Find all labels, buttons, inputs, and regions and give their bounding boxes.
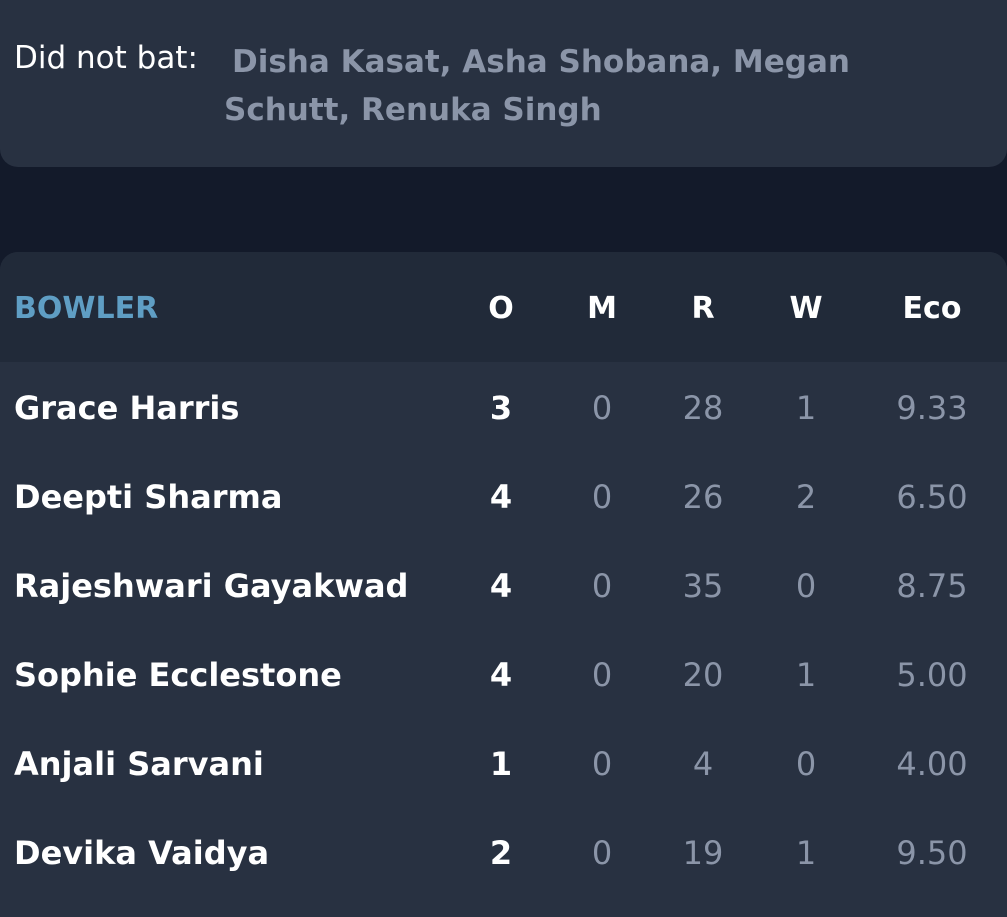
bowler-name[interactable]: Sophie Ecclestone xyxy=(14,655,454,695)
header-overs: O xyxy=(488,291,514,326)
runs-value: 26 xyxy=(682,478,724,516)
overs-value: 4 xyxy=(489,478,513,516)
wickets-value: 0 xyxy=(795,567,817,605)
maidens-value: 0 xyxy=(591,478,613,516)
header-maidens: M xyxy=(587,291,617,326)
did-not-bat-label: Did not bat: xyxy=(14,40,198,76)
bowling-table-header: BOWLER O M R W Eco xyxy=(0,252,1007,362)
wickets-value: 1 xyxy=(795,656,817,694)
table-row[interactable]: Grace Harris 3 0 28 1 9.33 xyxy=(0,364,1007,453)
table-row[interactable]: Sophie Ecclestone 4 0 20 1 5.00 xyxy=(0,631,1007,720)
bowler-name[interactable]: Deepti Sharma xyxy=(14,477,454,517)
runs-value: 28 xyxy=(682,389,724,427)
runs-value: 35 xyxy=(682,567,724,605)
runs-value: 19 xyxy=(682,834,724,872)
header-economy: Eco xyxy=(902,291,962,326)
table-row[interactable]: Anjali Sarvani 1 0 4 0 4.00 xyxy=(0,720,1007,809)
wickets-value: 1 xyxy=(795,389,817,427)
overs-value: 4 xyxy=(489,567,513,605)
economy-value: 4.00 xyxy=(896,745,968,783)
table-row[interactable]: Deepti Sharma 4 0 26 2 6.50 xyxy=(0,453,1007,542)
did-not-bat-names[interactable]: Disha Kasat, Asha Shobana, Megan Schutt,… xyxy=(224,38,984,134)
overs-value: 3 xyxy=(489,389,513,427)
bowler-name[interactable]: Grace Harris xyxy=(14,388,454,428)
wickets-value: 1 xyxy=(795,834,817,872)
economy-value: 9.33 xyxy=(896,389,968,427)
maidens-value: 0 xyxy=(591,567,613,605)
wickets-value: 2 xyxy=(795,478,817,516)
economy-value: 9.50 xyxy=(896,834,968,872)
table-row[interactable]: Rajeshwari Gayakwad 4 0 35 0 8.75 xyxy=(0,542,1007,631)
overs-value: 4 xyxy=(489,656,513,694)
maidens-value: 0 xyxy=(591,745,613,783)
maidens-value: 0 xyxy=(591,834,613,872)
wickets-value: 0 xyxy=(795,745,817,783)
economy-value: 6.50 xyxy=(896,478,968,516)
bowling-table: BOWLER O M R W Eco Grace Harris 3 0 28 1… xyxy=(0,252,1007,917)
economy-value: 8.75 xyxy=(896,567,968,605)
did-not-bat-card: Did not bat: Disha Kasat, Asha Shobana, … xyxy=(0,0,1007,167)
overs-value: 1 xyxy=(489,745,513,783)
overs-value: 2 xyxy=(489,834,513,872)
economy-value: 5.00 xyxy=(896,656,968,694)
header-runs: R xyxy=(691,291,715,326)
maidens-value: 0 xyxy=(591,656,613,694)
runs-value: 20 xyxy=(682,656,724,694)
table-row[interactable]: Devika Vaidya 2 0 19 1 9.50 xyxy=(0,809,1007,898)
bowler-name[interactable]: Rajeshwari Gayakwad xyxy=(14,566,454,606)
maidens-value: 0 xyxy=(591,389,613,427)
header-wickets: W xyxy=(789,291,823,326)
runs-value: 4 xyxy=(692,745,714,783)
bowler-name[interactable]: Anjali Sarvani xyxy=(14,744,454,784)
header-bowler: BOWLER xyxy=(14,291,159,326)
bowler-name[interactable]: Devika Vaidya xyxy=(14,833,454,873)
